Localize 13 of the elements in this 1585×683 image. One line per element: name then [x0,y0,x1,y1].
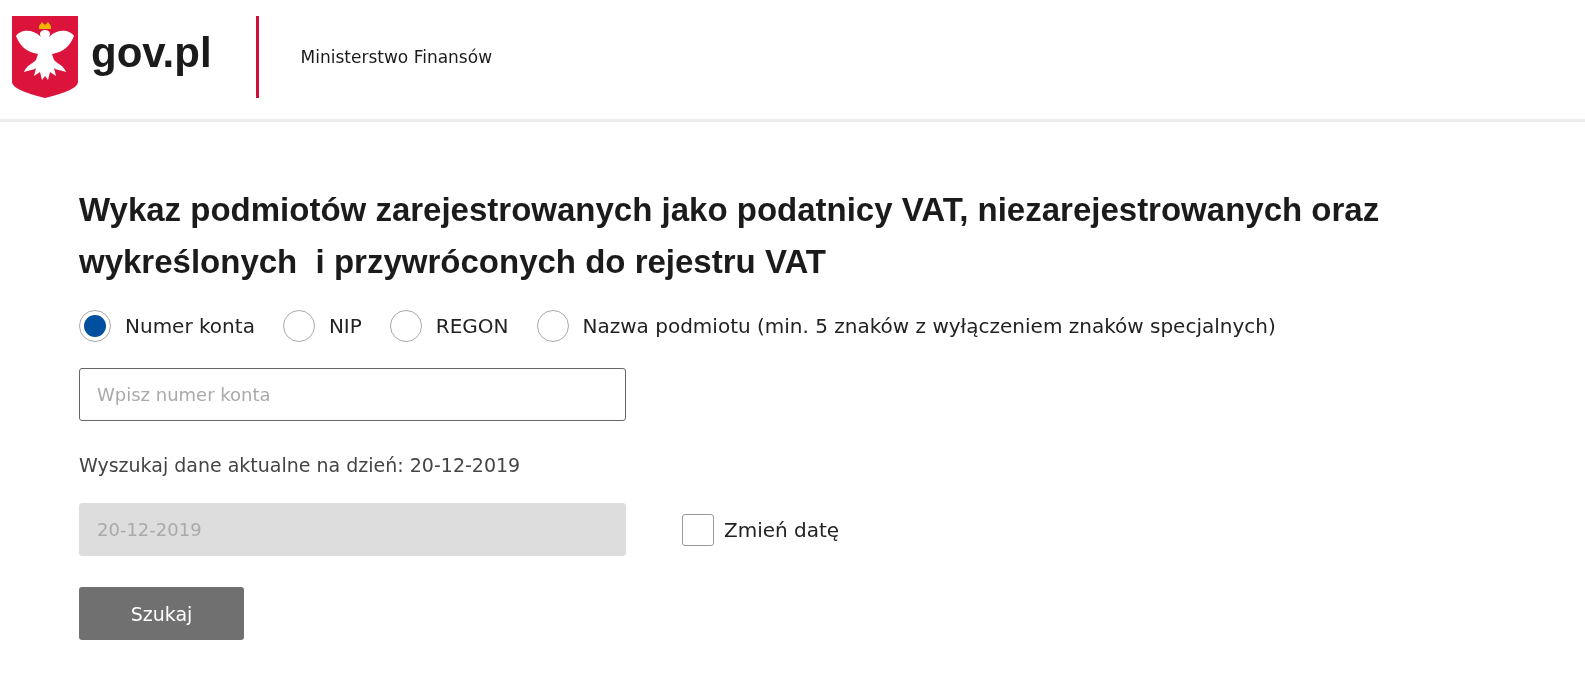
checkbox-label[interactable]: Zmień datę [724,517,840,542]
ministry-name: Ministerstwo Finansów [300,46,493,67]
radio-label[interactable]: Nazwa podmiotu (min. 5 znaków z wyłączeniem znaków specjalnych) [582,314,1276,338]
site-logo-text[interactable]: gov.pl [91,28,212,77]
search-field[interactable]: Wpisz numer konta [79,368,626,421]
radio-label[interactable]: Numer konta [125,314,255,338]
checkbox[interactable] [682,513,714,546]
radio-label[interactable]: NIP [328,314,362,338]
radio-label[interactable]: REGON [435,314,509,338]
page-title: Wykaz podmiotów zarejestrowanych jako podatnicy VAT, niezarejestrowanych oraz wykreślonych i przywróconych do rejestru VAT [79,190,1381,282]
emblem-icon [12,15,78,98]
search-button[interactable]: Szukaj [79,587,244,640]
date-label: Wyszukaj dane aktualne na dzień: 20-12-2019 [79,454,522,476]
